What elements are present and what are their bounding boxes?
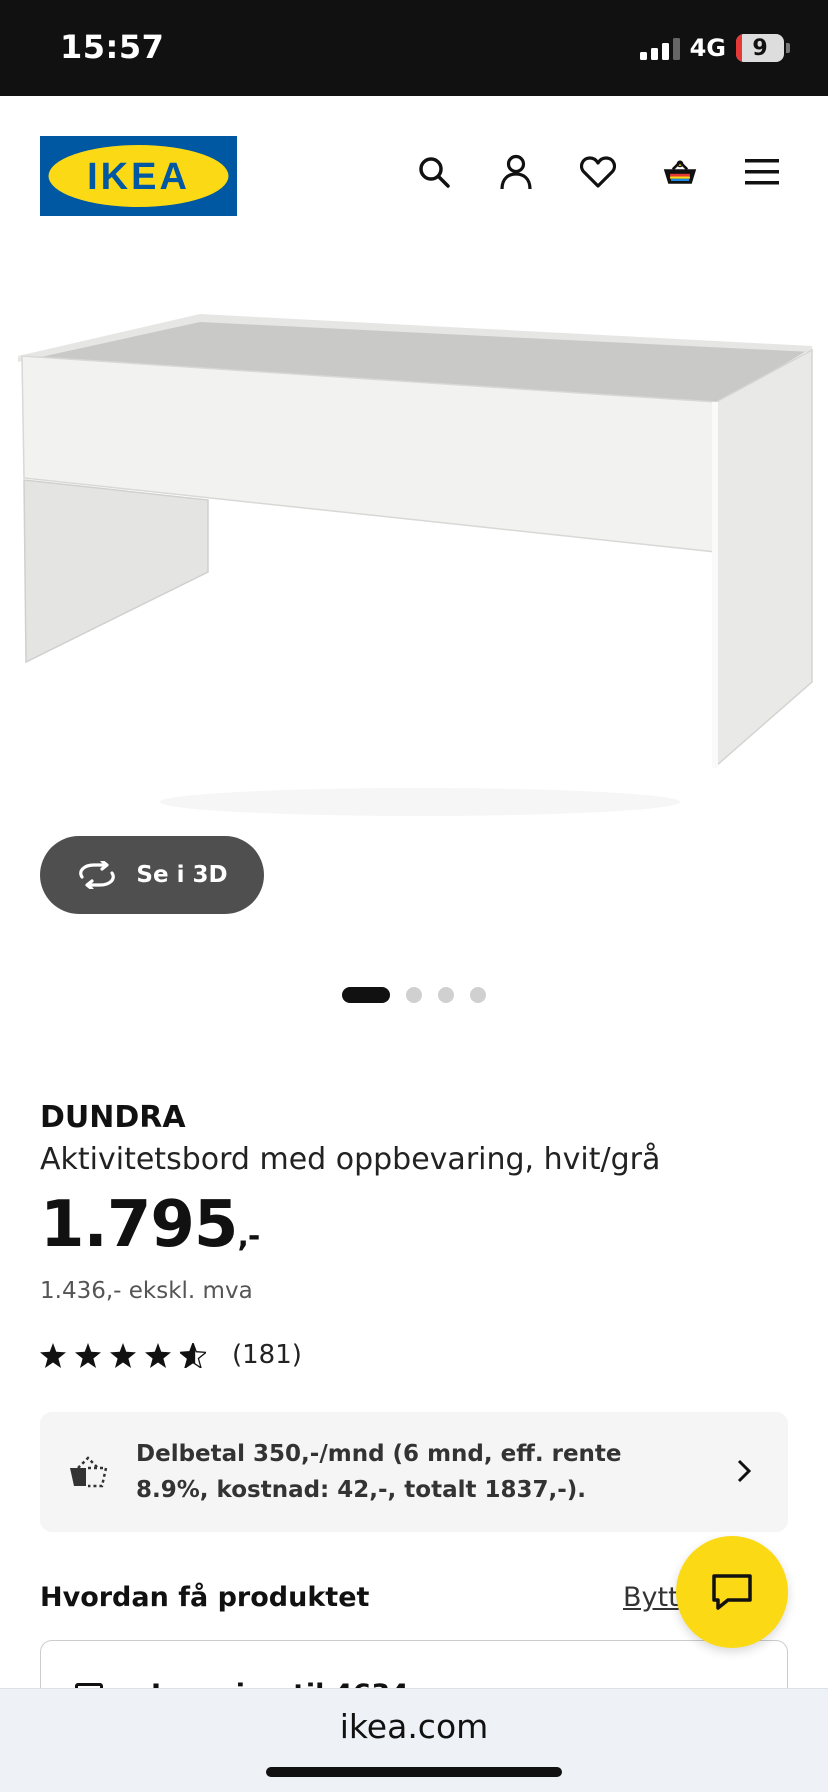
gallery-dot[interactable] — [342, 987, 390, 1003]
home-indicator[interactable] — [266, 1767, 562, 1777]
battery-icon: 9 — [736, 34, 784, 62]
network-type: 4G — [689, 34, 726, 62]
browser-url[interactable]: ikea.com — [0, 1707, 828, 1746]
change-store-link[interactable]: Bytt — [623, 1582, 679, 1613]
chat-icon — [712, 1574, 752, 1610]
gallery-dot[interactable] — [438, 987, 454, 1003]
product-description: Aktivitetsbord med oppbevaring, hvit/grå — [40, 1142, 661, 1177]
rating-stars — [40, 1342, 206, 1368]
status-bar: 15:57 4G 9 — [0, 0, 828, 96]
site-header: IKEA — [0, 96, 828, 246]
rotate-3d-icon — [79, 861, 116, 889]
heart-icon[interactable] — [580, 154, 616, 190]
half-star-icon — [180, 1342, 206, 1368]
installment-card[interactable]: Delbetal 350,-/mnd (6 mnd, eff. rente 8.… — [40, 1412, 788, 1532]
see-in-3d-label: Se i 3D — [136, 862, 228, 888]
product-price: 1.795,- — [40, 1188, 260, 1262]
installment-text: Delbetal 350,-/mnd (6 mnd, eff. rente 8.… — [136, 1441, 622, 1503]
browser-address-bar[interactable]: ikea.com — [0, 1688, 828, 1792]
menu-icon[interactable] — [744, 154, 780, 190]
price-ex-vat: 1.436,- ekskl. mva — [40, 1278, 253, 1304]
status-indicators: 4G 9 — [639, 34, 790, 62]
product-rating[interactable]: (181) — [40, 1340, 302, 1370]
signal-icon — [639, 36, 680, 60]
price-value: 1.795 — [40, 1188, 238, 1262]
battery-level: 9 — [752, 35, 768, 61]
see-in-3d-button[interactable]: Se i 3D — [40, 836, 264, 914]
chat-button[interactable] — [676, 1536, 788, 1648]
chevron-right-icon — [736, 1458, 752, 1488]
ikea-logo[interactable]: IKEA — [40, 136, 237, 216]
price-suffix: ,- — [237, 1219, 260, 1254]
gallery-pagination — [0, 987, 828, 1003]
product-image[interactable] — [0, 290, 828, 850]
status-time: 15:57 — [60, 28, 165, 66]
gallery-dot[interactable] — [406, 987, 422, 1003]
delivery-section-title: Hvordan få produktet — [40, 1582, 370, 1613]
star-icon — [75, 1342, 101, 1368]
gallery-dot[interactable] — [470, 987, 486, 1003]
basket-icon[interactable] — [662, 154, 698, 190]
rating-count: (181) — [232, 1340, 302, 1370]
header-nav — [416, 154, 780, 190]
star-icon — [40, 1342, 66, 1368]
product-name: DUNDRA — [40, 1100, 186, 1135]
installment-icon — [68, 1454, 110, 1494]
star-icon — [145, 1342, 171, 1368]
search-icon[interactable] — [416, 154, 452, 190]
logo-text: IKEA — [87, 156, 190, 198]
profile-icon[interactable] — [498, 154, 534, 190]
star-icon — [110, 1342, 136, 1368]
